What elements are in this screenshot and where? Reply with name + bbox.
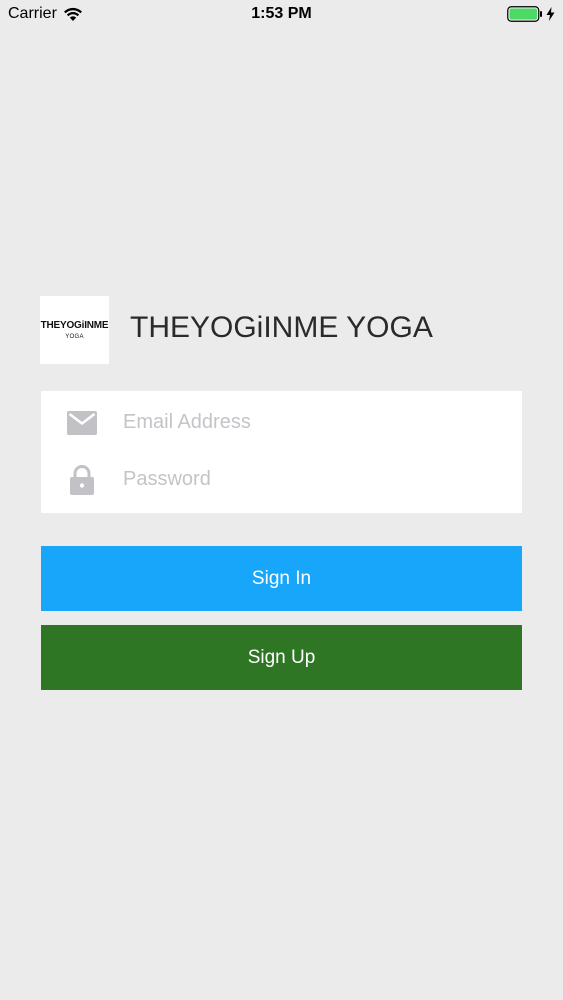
email-row: [41, 394, 522, 451]
lock-icon: [67, 464, 97, 495]
password-row: [41, 451, 522, 508]
password-field[interactable]: [123, 451, 503, 508]
status-bar: Carrier 1:53 PM: [0, 0, 563, 30]
battery-indicator: [507, 6, 555, 22]
sign-up-button[interactable]: Sign Up: [41, 625, 522, 690]
app-title: THEYOGiINME YOGA: [130, 311, 433, 344]
battery-icon: [507, 6, 543, 22]
status-time: 1:53 PM: [251, 5, 312, 22]
sign-in-button[interactable]: Sign In: [41, 546, 522, 611]
logo-main-text: THEYOGiINME: [40, 320, 109, 331]
charging-bolt-icon: [546, 7, 555, 21]
logo-sub-text: YOGA: [65, 334, 84, 340]
email-field[interactable]: [123, 394, 503, 451]
app-logo: THEYOGiINME YOGA: [40, 296, 109, 364]
envelope-icon: [67, 408, 97, 438]
login-form: [41, 391, 522, 513]
